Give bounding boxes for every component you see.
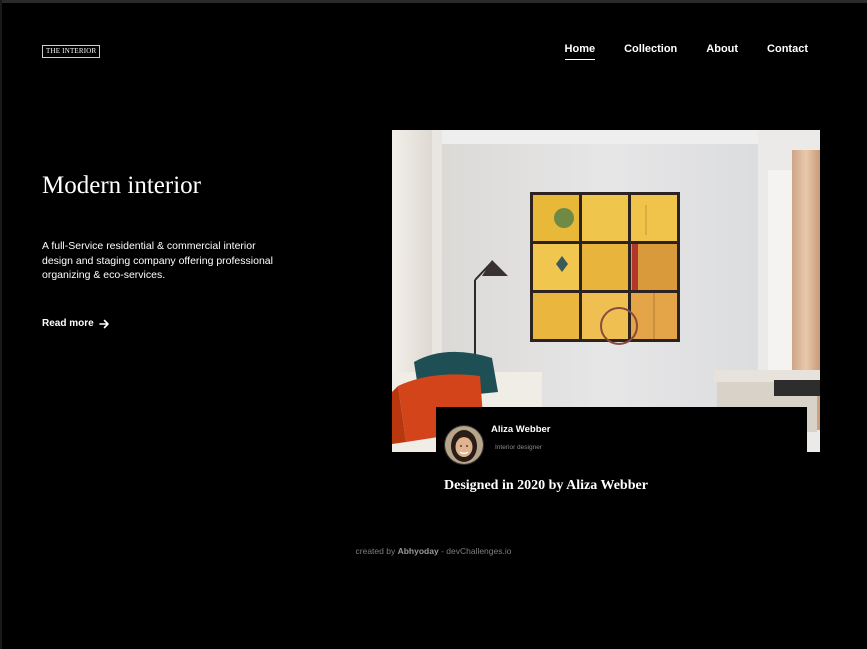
read-more-label: Read more	[42, 318, 94, 329]
nav-contact-link[interactable]: Contact	[767, 43, 808, 55]
designer-avatar	[444, 425, 484, 465]
nav-home-link[interactable]: Home	[564, 43, 595, 60]
footer-prefix: created by	[355, 546, 396, 556]
hero-description: A full-Service residential & commercial …	[42, 240, 273, 281]
main-nav: Home Collection About Contact	[564, 43, 808, 60]
nav-about-link[interactable]: About	[706, 43, 738, 55]
arrow-right-icon	[98, 319, 109, 328]
footer-suffix: - devChallenges.io	[441, 546, 512, 556]
logo[interactable]: THE INTERIOR	[42, 45, 101, 58]
designer-name: Aliza Webber	[491, 424, 551, 435]
designer-card: Aliza Webber Interior designer	[436, 407, 807, 465]
designer-role: Interior designer	[495, 444, 542, 451]
footer-credit: created by Abhyoday - devChallenges.io	[0, 546, 867, 556]
hero-image	[392, 130, 820, 452]
designed-caption: Designed in 2020 by Aliza Webber	[444, 478, 648, 493]
footer-author-link[interactable]: Abhyoday	[398, 546, 439, 556]
read-more-link[interactable]: Read more	[42, 318, 110, 329]
nav-collection-link[interactable]: Collection	[624, 43, 677, 55]
page-title: Modern interior	[42, 172, 201, 199]
window-top-border	[0, 0, 867, 3]
